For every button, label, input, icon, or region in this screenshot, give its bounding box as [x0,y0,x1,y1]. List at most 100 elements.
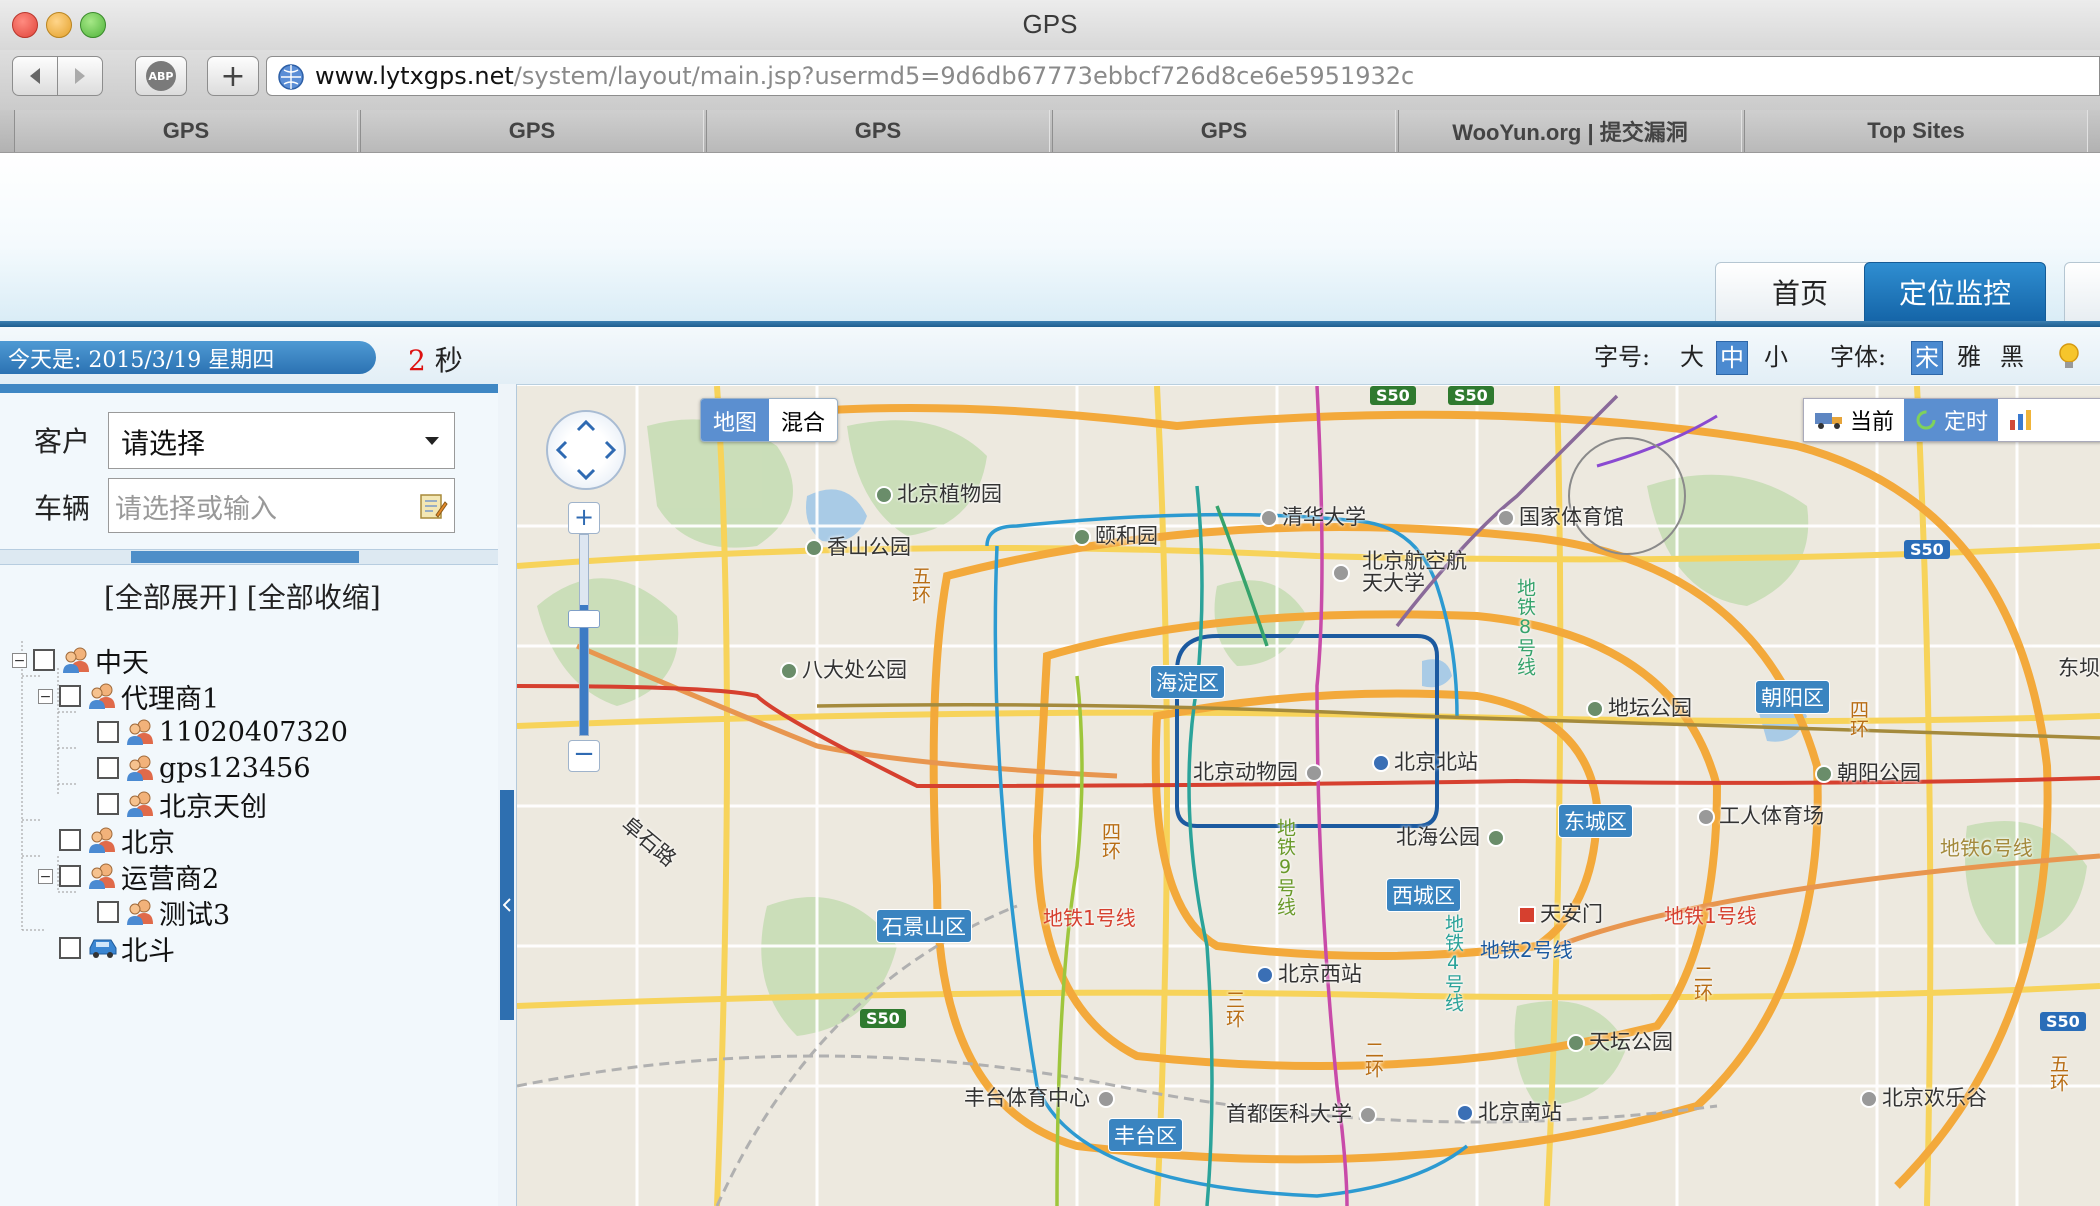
tree-checkbox[interactable] [97,793,119,815]
park-icon [780,662,798,680]
pan-arrows-icon [555,419,617,481]
font-family-label: 字体: [1830,343,1887,371]
map-district: 朝阳区 [1755,680,1830,714]
map-district: 石景山区 [876,909,972,943]
tree-node-label: 北京天创 [159,791,267,823]
nav-tab-more[interactable] [2064,262,2100,322]
tree-checkbox[interactable] [59,829,81,851]
stadium-icon [1096,1090,1115,1108]
tree-checkbox[interactable] [97,757,119,779]
tree-checkbox[interactable] [97,901,119,923]
zoom-out-button[interactable]: − [568,740,600,772]
ring-road-label: 五环 [909,566,931,604]
map-place: 北京南站 [1456,1096,1562,1126]
url-bar[interactable]: www.lytxgps.net/system/layout/main.jsp?u… [266,56,2100,96]
forward-button[interactable] [57,56,103,96]
tree-checkbox[interactable] [59,685,81,707]
zoom-slider-thumb[interactable] [568,610,600,628]
map-place: 国家体育馆 [1497,501,1624,531]
tree-node[interactable]: − 中天 [12,643,149,679]
map-district: 海淀区 [1150,665,1225,699]
zoom-slider-track[interactable] [579,534,589,736]
nav-tab-home[interactable]: 首页 [1715,262,1885,322]
browser-tab[interactable]: GPS [706,110,1050,152]
metro-line-label: 地铁8号线 [1514,578,1536,676]
new-tab-button[interactable]: + [207,56,259,96]
url-text: www.lytxgps.net/system/layout/main.jsp?u… [315,62,1414,90]
tree-node-label: 中天 [95,647,149,679]
tree-node[interactable]: gps123456 [76,751,311,785]
ring-road-label: 三环 [1223,990,1245,1028]
map-place: 北京欢乐谷 [1860,1082,1987,1112]
stadium-icon [1697,808,1715,826]
tree-toggle-icon[interactable]: − [38,688,53,704]
tree-toggle-icon[interactable]: − [12,652,27,668]
zoom-in-button[interactable]: + [568,502,600,534]
font-size-large[interactable]: 大 [1680,341,1704,373]
refresh-seconds-value: 2 [408,344,426,377]
tree-node-label: 运营商2 [121,863,220,895]
park-icon [1586,700,1604,718]
collapse-panel-handle[interactable] [500,790,514,1020]
client-label: 客户 [34,425,91,458]
font-family-ya[interactable]: 雅 [1957,341,1981,373]
window-title: GPS [1022,9,1078,39]
map-type-hybrid[interactable]: 混合 [769,399,837,441]
nav-tab-location-monitor[interactable]: 定位监控 [1864,262,2046,322]
map-tool-extra[interactable] [1998,399,2044,441]
tree-node[interactable]: 11020407320 [76,715,348,749]
tree-node[interactable]: − 运营商2 [38,859,220,895]
map-place: 工人体育场 [1697,800,1824,830]
font-size-medium[interactable]: 中 [1716,341,1748,375]
tree-checkbox[interactable] [59,937,81,959]
map-place: 北京动物园 [1193,756,1327,786]
font-family-hei[interactable]: 黑 [2000,341,2024,373]
park-icon [805,539,823,557]
tree-node[interactable]: 北京天创 [76,787,267,823]
collapse-all-link[interactable]: [全部收缩] [247,581,381,614]
tree-node[interactable]: 测试3 [76,895,230,931]
client-select[interactable]: 请选择 [108,412,455,469]
back-button[interactable] [12,56,58,96]
landmark-icon [1518,906,1536,924]
browser-tab[interactable]: GPS [1052,110,1396,152]
tree-node[interactable]: 北京 [38,823,175,859]
timed-refresh-button[interactable]: 定时 [1904,399,1999,441]
tree-toggle-icon[interactable]: − [38,868,53,884]
map-place: 地坛公园 [1586,692,1692,722]
browser-tab[interactable]: GPS [14,110,358,152]
globe-icon [278,64,304,90]
map-place: 八大处公园 [780,654,907,684]
vehicle-input-placeholder: 请选择或输入 [115,494,277,525]
collapse-filter-handle[interactable] [131,551,359,563]
lightbulb-icon[interactable] [2056,342,2082,374]
tree-checkbox[interactable] [59,865,81,887]
tree-node[interactable]: − 代理商1 [38,679,219,715]
user-group-icon [125,754,155,782]
map-place: 清华大学 [1260,501,1366,531]
current-position-button[interactable]: 当前 [1804,399,1904,441]
ring-road-label: 五环 [2047,1054,2069,1092]
url-path: /system/layout/main.jsp?usermd5=9d6db677… [513,62,1415,90]
browser-tab[interactable]: GPS [360,110,704,152]
tree-checkbox[interactable] [33,649,55,671]
highway-shield: S50 [2040,1012,2086,1031]
adblock-button[interactable]: ABP [135,56,187,96]
park-icon [1073,528,1091,546]
refresh-icon [1916,410,1936,430]
font-family-song[interactable]: 宋 [1911,341,1943,375]
browser-tab[interactable]: Top Sites [1744,110,2088,152]
map-type-map[interactable]: 地图 [701,399,770,441]
tree-checkbox[interactable] [97,721,119,743]
map-pan-control[interactable] [546,410,626,490]
map-tools: 当前 定时 [1803,398,2100,442]
edit-note-icon[interactable] [418,491,448,521]
expand-all-link[interactable]: [全部展开] [104,581,238,614]
school-icon [1260,509,1278,527]
metro-line-label: 地铁1号线 [1043,906,1136,930]
vehicle-input[interactable]: 请选择或输入 [108,478,455,533]
font-size-small[interactable]: 小 [1764,341,1788,373]
tree-node[interactable]: 北斗 [38,931,175,967]
browser-tab[interactable]: WooYun.org | 提交漏洞 [1398,110,1742,152]
user-group-icon [87,682,117,710]
